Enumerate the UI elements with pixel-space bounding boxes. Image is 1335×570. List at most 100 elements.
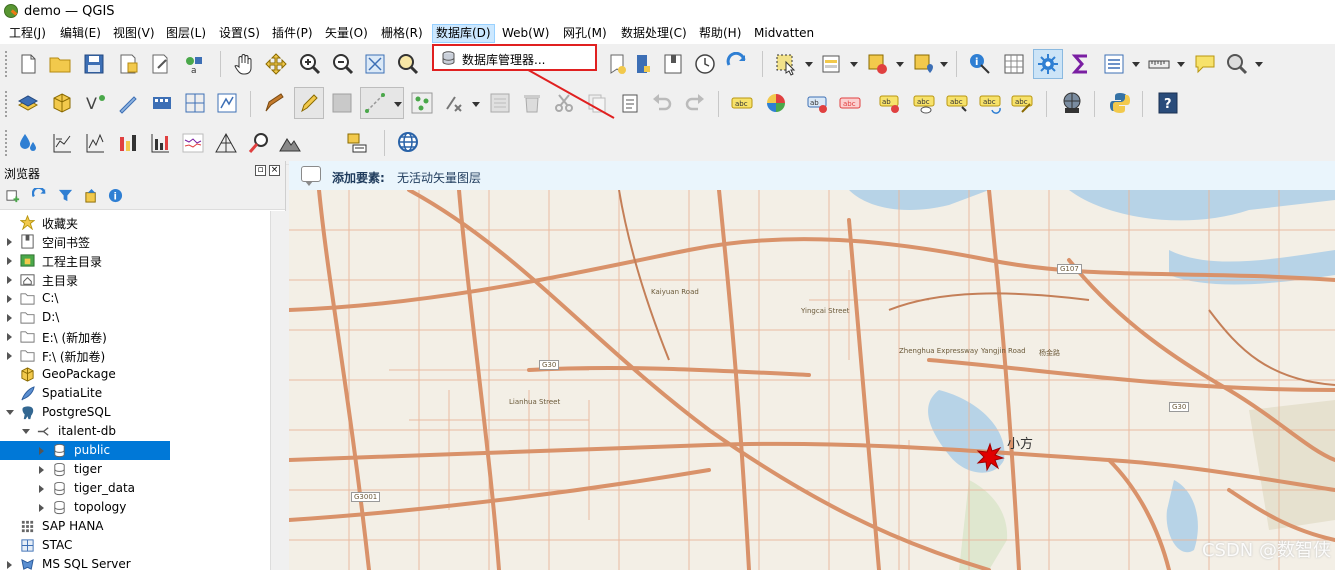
pan-hand-icon[interactable]	[232, 52, 256, 76]
collapse-all-icon[interactable]	[84, 188, 99, 203]
toolbar-grip[interactable]	[4, 50, 8, 78]
menu-edit[interactable]: 编辑(E)	[57, 25, 104, 42]
dropdown-arrow-icon[interactable]	[896, 62, 904, 67]
menu-help[interactable]: 帮助(H)	[696, 25, 744, 42]
triangle-plot-icon[interactable]	[214, 131, 238, 155]
tree-item-italent-db[interactable]: italent-db	[0, 422, 270, 441]
redo-icon[interactable]	[683, 91, 707, 115]
refresh-icon[interactable]	[725, 52, 749, 76]
save-project-icon[interactable]	[82, 52, 106, 76]
new-geopackage-layer-icon[interactable]	[50, 91, 74, 115]
menu-project[interactable]: 工程(J)	[6, 25, 49, 42]
copy-features-icon[interactable]	[585, 91, 609, 115]
new-virtual-layer-icon[interactable]: V	[84, 91, 108, 115]
menu-midvatten[interactable]: Midvatten	[751, 25, 817, 42]
expand-arrow-icon[interactable]	[39, 447, 44, 455]
undo-icon[interactable]	[650, 91, 674, 115]
dropdown-arrow-icon[interactable]	[805, 62, 813, 67]
toolbar-grip[interactable]	[4, 129, 8, 157]
measure-line-icon[interactable]	[1147, 52, 1171, 76]
help-contents-icon[interactable]: ?	[1156, 91, 1180, 115]
tree-item-stac[interactable]: STAC	[0, 536, 270, 555]
tree-item-spatialite[interactable]: SpatiaLite	[0, 384, 270, 403]
db-manager-menu-item[interactable]: 数据库管理器...	[462, 51, 545, 68]
layer-labeling-options-icon[interactable]: abc	[730, 91, 754, 115]
tree-item-project-home[interactable]: 工程主目录	[0, 251, 270, 270]
paste-features-icon[interactable]	[618, 91, 642, 115]
georeferencer-globe-icon[interactable]	[1060, 91, 1084, 115]
export-report-icon[interactable]	[345, 131, 369, 155]
layout-manager-icon[interactable]	[148, 52, 172, 76]
tree-item-favorites[interactable]: 收藏夹	[0, 213, 270, 232]
statistics-gear-icon[interactable]	[1036, 52, 1060, 76]
expand-arrow-icon[interactable]	[7, 276, 12, 284]
show-bookmarks-icon[interactable]	[661, 52, 685, 76]
expand-arrow-icon[interactable]	[7, 314, 12, 322]
new-project-icon[interactable]	[16, 52, 40, 76]
expand-arrow-icon[interactable]	[39, 466, 44, 474]
locator-search-icon[interactable]	[1225, 52, 1249, 76]
select-by-location-icon[interactable]	[912, 52, 936, 76]
tree-item-drive-d[interactable]: D:\	[0, 308, 270, 327]
zoom-in-icon[interactable]	[298, 52, 322, 76]
stratigraphy-bars-icon[interactable]	[116, 131, 140, 155]
cut-features-icon[interactable]	[552, 91, 576, 115]
data-source-manager-icon[interactable]	[16, 91, 40, 115]
properties-info-icon[interactable]: i	[108, 188, 123, 203]
expand-arrow-icon[interactable]	[7, 333, 12, 341]
sum-sigma-icon[interactable]	[1069, 52, 1093, 76]
expand-arrow-icon[interactable]	[7, 238, 12, 246]
preview-labels-icon[interactable]: abc	[912, 91, 936, 115]
dropdown-arrow-icon[interactable]	[1255, 62, 1263, 67]
select-features-icon[interactable]	[774, 52, 798, 76]
save-layer-edits-icon[interactable]	[330, 91, 354, 115]
xy-plot-icon[interactable]	[83, 131, 107, 155]
expand-arrow-icon[interactable]	[39, 504, 44, 512]
piper-diagram-icon[interactable]	[148, 131, 172, 155]
layer-diagram-options-icon[interactable]	[764, 91, 788, 115]
pan-to-selection-icon[interactable]	[264, 52, 288, 76]
menu-vector[interactable]: 矢量(O)	[322, 25, 371, 42]
dropdown-arrow-icon[interactable]	[1177, 62, 1185, 67]
tree-item-sap-hana[interactable]: SAP HANA	[0, 517, 270, 536]
deselect-features-icon[interactable]	[866, 52, 890, 76]
dropdown-arrow-icon[interactable]	[1132, 62, 1140, 67]
tree-item-topology[interactable]: topology	[0, 498, 270, 517]
new-print-layout-icon[interactable]	[116, 52, 140, 76]
identify-features-icon[interactable]: i	[968, 52, 992, 76]
current-edits-icon[interactable]	[262, 91, 286, 115]
menu-settings[interactable]: 设置(S)	[216, 25, 263, 42]
tree-item-tiger[interactable]: tiger	[0, 460, 270, 479]
float-panel-icon[interactable]: ▫	[255, 165, 266, 176]
digitize-line-icon[interactable]	[363, 91, 387, 115]
menu-mesh[interactable]: 网孔(M)	[560, 25, 610, 42]
tree-item-public[interactable]: public	[0, 441, 270, 460]
toolbar-grip[interactable]	[4, 90, 8, 118]
menu-view[interactable]: 视图(V)	[110, 25, 158, 42]
close-panel-icon[interactable]: ×	[269, 165, 280, 176]
bookmarks-icon[interactable]	[632, 52, 656, 76]
menu-web[interactable]: Web(W)	[499, 25, 552, 42]
menu-processing[interactable]: 数据处理(C)	[618, 25, 690, 42]
move-label-icon[interactable]: abc	[945, 91, 969, 115]
zoom-out-icon[interactable]	[331, 52, 355, 76]
browser-scrollbar[interactable]	[270, 211, 286, 570]
water-drop-icon[interactable]	[16, 131, 40, 155]
delete-selected-icon[interactable]	[520, 91, 544, 115]
tree-item-home[interactable]: 主目录	[0, 270, 270, 289]
refresh-browser-icon[interactable]	[32, 188, 47, 203]
dropdown-arrow-icon[interactable]	[850, 62, 858, 67]
toggle-editing-pencil-icon[interactable]	[297, 91, 321, 115]
collapse-arrow-icon[interactable]	[6, 410, 14, 415]
new-bookmark-icon[interactable]	[605, 52, 629, 76]
temporal-controller-icon[interactable]	[693, 52, 717, 76]
open-project-icon[interactable]	[48, 52, 72, 76]
zoom-full-icon[interactable]	[363, 52, 387, 76]
open-field-calculator-icon[interactable]	[1102, 52, 1126, 76]
expand-arrow-icon[interactable]	[7, 352, 12, 360]
menu-layer[interactable]: 图层(L)	[163, 25, 209, 42]
dropdown-arrow-icon[interactable]	[472, 102, 480, 107]
rotate-label-icon[interactable]: abc	[978, 91, 1002, 115]
zoom-to-selection-icon[interactable]	[396, 52, 420, 76]
filter-browser-icon[interactable]	[58, 188, 73, 203]
